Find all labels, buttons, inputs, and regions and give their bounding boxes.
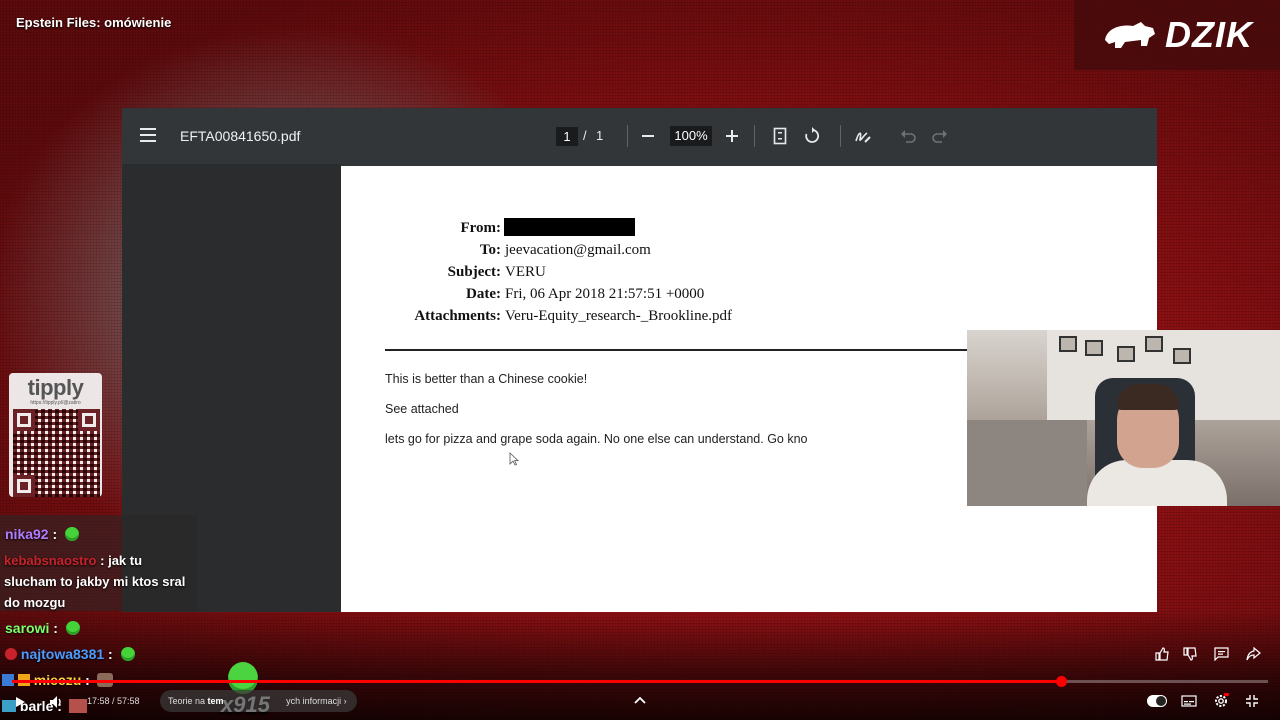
time-display: 17:58 / 57:58 bbox=[87, 696, 140, 706]
chat-separator: : bbox=[100, 553, 105, 568]
exit-fullscreen-icon[interactable] bbox=[1244, 693, 1260, 709]
wall-picture bbox=[1117, 346, 1135, 362]
brand-logo: DZIK bbox=[1074, 0, 1280, 70]
undo-icon[interactable] bbox=[896, 124, 920, 148]
to-value: jeevacation@gmail.com bbox=[505, 242, 651, 258]
zoom-in-icon[interactable] bbox=[720, 124, 744, 148]
pdf-toolbar: EFTA00841650.pdf 1 / 1 100% bbox=[122, 108, 1157, 164]
zoom-input[interactable]: 100% bbox=[670, 126, 712, 146]
date-value: Fri, 06 Apr 2018 21:57:51 +0000 bbox=[505, 286, 705, 302]
chat-separator: : bbox=[108, 646, 113, 662]
page-separator: / bbox=[583, 128, 587, 143]
pdf-filename: EFTA00841650.pdf bbox=[180, 128, 301, 144]
brand-logo-text: DZIK bbox=[1165, 14, 1253, 55]
badge-icon bbox=[5, 648, 17, 660]
redo-icon[interactable] bbox=[928, 124, 952, 148]
dislike-icon[interactable] bbox=[1180, 644, 1200, 664]
emote-icon bbox=[65, 527, 80, 541]
qr-code bbox=[13, 409, 100, 497]
tipply-logo: tipply bbox=[27, 375, 84, 400]
date-label: Date: bbox=[466, 286, 501, 302]
chevron-up-icon[interactable] bbox=[632, 692, 648, 708]
chat-separator: : bbox=[52, 526, 58, 542]
settings-icon[interactable] bbox=[1212, 693, 1230, 709]
page-number-input[interactable]: 1 bbox=[556, 127, 578, 146]
comments-icon[interactable] bbox=[1211, 644, 1231, 664]
attachments-label: Attachments: bbox=[414, 308, 501, 324]
chevron-right-icon: › bbox=[343, 696, 347, 706]
toolbar-divider bbox=[627, 125, 628, 147]
email-body-line: See attached bbox=[385, 402, 459, 416]
video-title: Epstein Files: omówienie bbox=[16, 15, 172, 30]
toolbar-divider bbox=[840, 125, 841, 147]
tipply-widget: tipply https://tipply.pl/@zatiro bbox=[9, 373, 102, 497]
chat-separator: : bbox=[53, 620, 58, 636]
wall-picture bbox=[1145, 336, 1163, 352]
chat-message: sarowi : bbox=[5, 620, 80, 636]
webcam-overlay bbox=[967, 330, 1280, 506]
to-label: To: bbox=[479, 242, 501, 258]
image-emote-icon bbox=[68, 699, 87, 713]
play-icon[interactable] bbox=[12, 694, 28, 710]
wall-picture bbox=[1085, 340, 1103, 356]
info-suffix: ych informacji bbox=[286, 696, 342, 706]
wall-picture bbox=[1059, 336, 1077, 352]
progress-fill bbox=[12, 680, 1061, 683]
info-bold: tem bbox=[207, 696, 224, 706]
emote-icon bbox=[120, 647, 135, 661]
video-info-chip[interactable]: Teorie na tem ych informacji › bbox=[160, 690, 357, 712]
rotate-icon[interactable] bbox=[800, 124, 824, 148]
attachments-value: Veru-Equity_research-_Brookline.pdf bbox=[505, 308, 733, 324]
fit-page-icon[interactable] bbox=[768, 124, 792, 148]
chat-text: jak tu bbox=[108, 553, 143, 568]
chat-username: nika92 bbox=[5, 526, 49, 542]
webcam-person-hair bbox=[1117, 384, 1179, 410]
from-label: From: bbox=[460, 220, 501, 236]
chat-username: sarowi bbox=[5, 620, 50, 636]
emote-icon bbox=[65, 621, 80, 635]
like-icon[interactable] bbox=[1152, 644, 1172, 664]
annotate-icon[interactable] bbox=[851, 124, 875, 148]
chat-message: nika92 : bbox=[5, 526, 80, 542]
chat-username: kebabsnaostro bbox=[4, 553, 97, 568]
mouse-cursor-icon bbox=[509, 452, 519, 466]
menu-icon[interactable] bbox=[140, 128, 156, 142]
chat-message: kebabsnaostro : jak tu slucham to jakby … bbox=[4, 550, 199, 613]
toolbar-divider bbox=[754, 125, 755, 147]
subtitles-icon[interactable] bbox=[1180, 694, 1198, 708]
chat-message: najtowa8381 : bbox=[5, 646, 135, 662]
progress-scrubber[interactable] bbox=[1055, 676, 1067, 687]
tipply-url: https://tipply.pl/@zatiro bbox=[30, 400, 81, 406]
share-icon[interactable] bbox=[1243, 644, 1263, 664]
webcam-couch bbox=[967, 420, 1087, 506]
email-body-line: This is better than a Chinese cookie! bbox=[385, 372, 588, 386]
volume-icon[interactable] bbox=[48, 694, 66, 710]
email-body-line: lets go for pizza and grape soda again. … bbox=[385, 432, 808, 446]
info-prefix: Teorie na bbox=[168, 696, 206, 706]
chat-username: najtowa8381 bbox=[20, 646, 105, 662]
subject-label: Subject: bbox=[447, 264, 501, 280]
chat-text: slucham to jakby mi ktos sral bbox=[4, 574, 186, 589]
redaction-bar bbox=[504, 218, 635, 236]
wall-picture bbox=[1173, 348, 1191, 364]
page-total: 1 bbox=[596, 128, 604, 143]
zoom-out-icon[interactable] bbox=[636, 124, 660, 148]
chat-text: do mozgu bbox=[4, 595, 66, 610]
subject-value: VERU bbox=[505, 264, 546, 280]
boar-icon bbox=[1105, 22, 1155, 48]
autoplay-toggle[interactable] bbox=[1147, 695, 1167, 707]
